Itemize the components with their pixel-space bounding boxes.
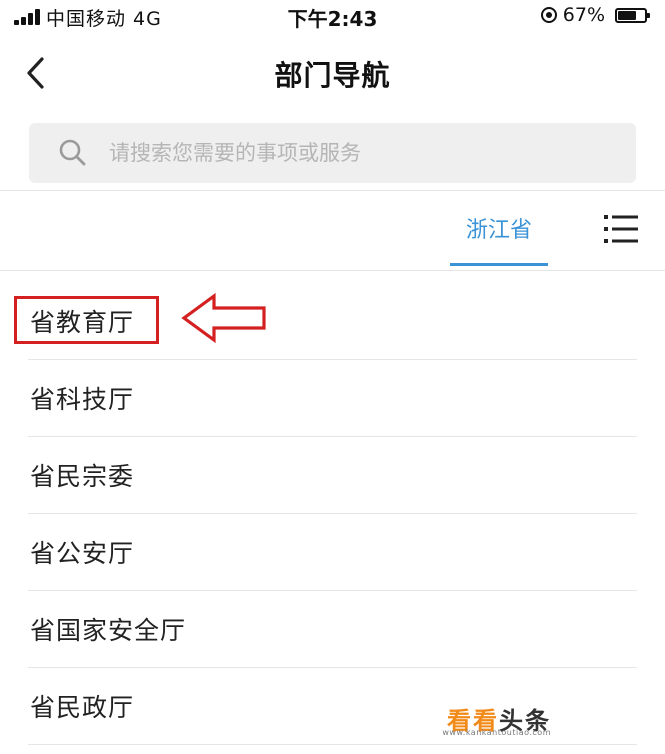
orientation-lock-icon bbox=[540, 7, 557, 23]
department-list: 省教育厅 省科技厅 省民宗委 省公安厅 省国家安全厅 省民政厅 bbox=[0, 283, 665, 745]
list-item-ethnic-religious[interactable]: 省民宗委 bbox=[28, 437, 637, 514]
search-bar[interactable] bbox=[29, 123, 636, 183]
tab-label: 浙江省 bbox=[465, 218, 532, 243]
divider bbox=[0, 270, 665, 271]
status-bar: 中国移动 4G 下午2:43 67% bbox=[0, 0, 665, 34]
list-menu-icon bbox=[604, 215, 638, 243]
battery-icon bbox=[615, 7, 650, 23]
list-item-label: 省民政厅 bbox=[30, 693, 135, 722]
list-item-public-security[interactable]: 省公安厅 bbox=[28, 514, 637, 591]
tab-zhejiang[interactable]: 浙江省 bbox=[450, 192, 548, 270]
pointer-arrow-icon bbox=[181, 292, 266, 344]
list-item-label: 省公安厅 bbox=[30, 539, 135, 568]
list-item-science[interactable]: 省科技厅 bbox=[28, 360, 637, 437]
tab-active-indicator bbox=[450, 263, 548, 266]
search-input[interactable] bbox=[109, 123, 609, 183]
nav-bar: 部门导航 bbox=[0, 40, 665, 106]
battery-percent: 67% bbox=[562, 4, 605, 26]
list-item-label: 省教育厅 bbox=[30, 308, 135, 337]
list-item-label: 省科技厅 bbox=[30, 385, 135, 414]
list-item-label: 省国家安全厅 bbox=[30, 616, 187, 645]
list-menu-button[interactable] bbox=[603, 212, 639, 246]
watermark-url: www.kankantoutiao.com bbox=[442, 728, 551, 737]
divider bbox=[0, 190, 665, 191]
status-right-group: 67% bbox=[540, 4, 650, 26]
search-icon bbox=[59, 139, 86, 166]
list-item-education[interactable]: 省教育厅 bbox=[28, 283, 637, 360]
page-title: 部门导航 bbox=[274, 59, 391, 92]
region-tabs: 浙江省 bbox=[0, 192, 665, 272]
list-item-label: 省民宗委 bbox=[30, 462, 135, 491]
list-item-state-security[interactable]: 省国家安全厅 bbox=[28, 591, 637, 668]
